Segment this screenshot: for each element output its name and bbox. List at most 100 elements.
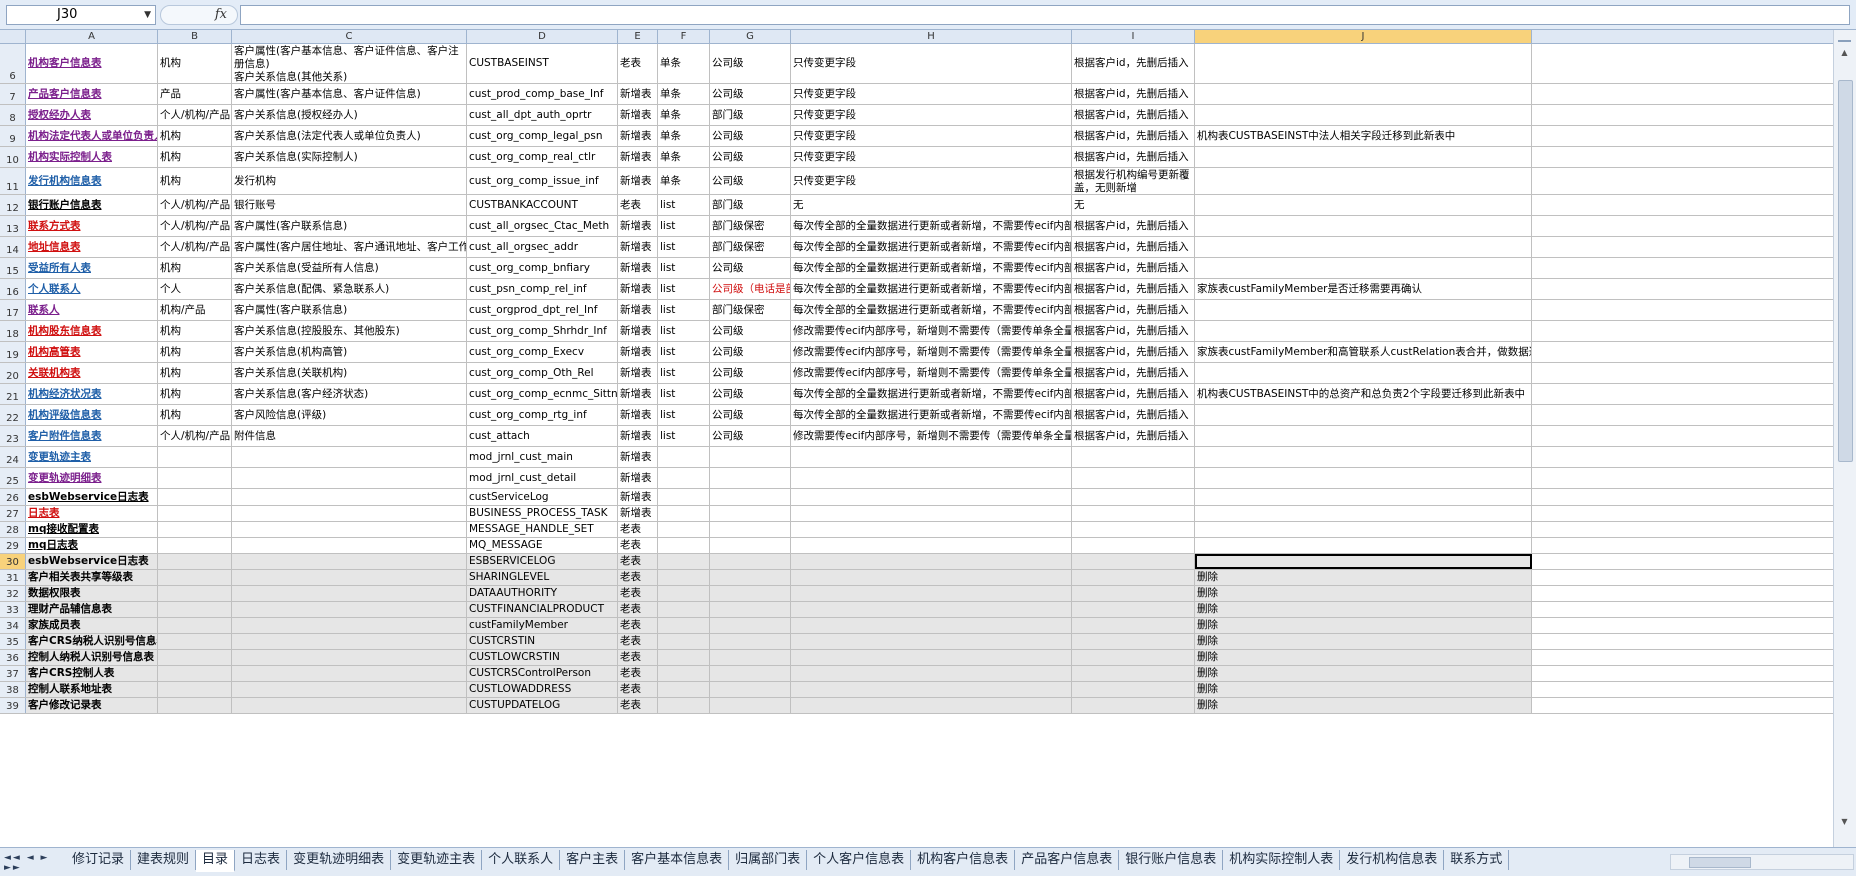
cell-i-35[interactable]	[1072, 634, 1195, 649]
cell-b-24[interactable]	[158, 447, 232, 467]
cell-e-36[interactable]: 老表	[618, 650, 658, 665]
cell-d-25[interactable]: mod_jrnl_cust_detail	[467, 468, 618, 488]
cell-i-8[interactable]: 根据客户id，先删后插入	[1072, 105, 1195, 125]
cell-h-32[interactable]	[791, 586, 1072, 601]
cell-c-6[interactable]: 客户属性(客户基本信息、客户证件信息、客户注册信息) 客户关系信息(其他关系) …	[232, 44, 467, 83]
cell-c-10[interactable]: 客户关系信息(实际控制人)	[232, 147, 467, 167]
cell-h-25[interactable]	[791, 468, 1072, 488]
cell-b-9[interactable]: 机构	[158, 126, 232, 146]
cell-g-31[interactable]	[710, 570, 791, 585]
cell-g-17[interactable]: 部门级保密	[710, 300, 791, 320]
cell-h-8[interactable]: 只传变更字段	[791, 105, 1072, 125]
cell-g-36[interactable]	[710, 650, 791, 665]
cell-j-9[interactable]: 机构表CUSTBASEINST中法人相关字段迁移到此新表中	[1195, 126, 1532, 146]
cell-b-33[interactable]	[158, 602, 232, 617]
cell-g-21[interactable]: 公司级	[710, 384, 791, 404]
sheet-tab[interactable]: 归属部门表	[729, 850, 808, 870]
cell-d-17[interactable]: cust_orgprod_dpt_rel_Inf	[467, 300, 618, 320]
table-link[interactable]: 机构评级信息表	[28, 409, 102, 422]
cell-b-26[interactable]	[158, 489, 232, 505]
cell-c-28[interactable]	[232, 522, 467, 537]
row-header[interactable]: 15	[0, 258, 26, 278]
cell-h-18[interactable]: 修改需要传ecif内部序号，新增则不需要传（需要传单条全量）	[791, 321, 1072, 341]
cell-h-10[interactable]: 只传变更字段	[791, 147, 1072, 167]
row-header[interactable]: 20	[0, 363, 26, 383]
cell-f-13[interactable]: list	[658, 216, 710, 236]
cell-j-13[interactable]	[1195, 216, 1532, 236]
cell-i-11[interactable]: 根据发行机构编号更新覆盖，无则新增	[1072, 168, 1195, 194]
column-header-c[interactable]: C	[232, 30, 467, 43]
cell-j-36[interactable]: 删除	[1195, 650, 1532, 665]
cell-c-32[interactable]	[232, 586, 467, 601]
cell-i-36[interactable]	[1072, 650, 1195, 665]
cell-e-15[interactable]: 新增表	[618, 258, 658, 278]
cell-j-35[interactable]: 删除	[1195, 634, 1532, 649]
cell-i-21[interactable]: 根据客户id，先删后插入	[1072, 384, 1195, 404]
cell-h-29[interactable]	[791, 538, 1072, 553]
cell-f-24[interactable]	[658, 447, 710, 467]
cell-f-17[interactable]: list	[658, 300, 710, 320]
cell-c-36[interactable]	[232, 650, 467, 665]
cell-i-9[interactable]: 根据客户id，先删后插入	[1072, 126, 1195, 146]
cell-f-18[interactable]: list	[658, 321, 710, 341]
cell-j-37[interactable]: 删除	[1195, 666, 1532, 681]
cell-g-7[interactable]: 公司级	[710, 84, 791, 104]
cell-a-23[interactable]: 客户附件信息表	[26, 426, 158, 446]
cell-g-18[interactable]: 公司级	[710, 321, 791, 341]
sheet-tab[interactable]: 客户基本信息表	[625, 850, 730, 870]
row-header[interactable]: 37	[0, 666, 26, 681]
cell-a-39[interactable]: 客户修改记录表	[26, 698, 158, 713]
cell-e-34[interactable]: 老表	[618, 618, 658, 633]
cell-i-7[interactable]: 根据客户id，先删后插入	[1072, 84, 1195, 104]
cell-h-22[interactable]: 每次传全部的全量数据进行更新或者新增，不需要传ecif内部序号	[791, 405, 1072, 425]
row-header[interactable]: 10	[0, 147, 26, 167]
cell-b-30[interactable]	[158, 554, 232, 569]
cell-i-22[interactable]: 根据客户id，先删后插入	[1072, 405, 1195, 425]
cell-f-6[interactable]: 单条	[658, 44, 710, 83]
row-header[interactable]: 24	[0, 447, 26, 467]
cell-b-21[interactable]: 机构	[158, 384, 232, 404]
cell-f-22[interactable]: list	[658, 405, 710, 425]
table-link[interactable]: 日志表	[28, 507, 60, 520]
row-header[interactable]: 27	[0, 506, 26, 521]
cell-i-37[interactable]	[1072, 666, 1195, 681]
cell-e-8[interactable]: 新增表	[618, 105, 658, 125]
sheet-tab[interactable]: 发行机构信息表	[1340, 850, 1445, 870]
table-link[interactable]: 机构法定代表人或单位负责人表	[28, 130, 157, 143]
row-header[interactable]: 16	[0, 279, 26, 299]
cell-d-30[interactable]: ESBSERVICELOG	[467, 554, 618, 569]
cell-d-19[interactable]: cust_org_comp_Execv	[467, 342, 618, 362]
sheet-tab[interactable]: 机构客户信息表	[911, 850, 1016, 870]
cell-f-16[interactable]: list	[658, 279, 710, 299]
cell-a-38[interactable]: 控制人联系地址表	[26, 682, 158, 697]
cell-h-33[interactable]	[791, 602, 1072, 617]
cell-b-12[interactable]: 个人/机构/产品	[158, 195, 232, 215]
cell-e-21[interactable]: 新增表	[618, 384, 658, 404]
table-link[interactable]: 银行账户信息表	[28, 199, 102, 212]
cell-e-38[interactable]: 老表	[618, 682, 658, 697]
cell-i-19[interactable]: 根据客户id，先删后插入	[1072, 342, 1195, 362]
cell-j-39[interactable]: 删除	[1195, 698, 1532, 713]
row-header[interactable]: 32	[0, 586, 26, 601]
cell-i-13[interactable]: 根据客户id，先删后插入	[1072, 216, 1195, 236]
row-header[interactable]: 6	[0, 44, 26, 83]
cell-c-31[interactable]	[232, 570, 467, 585]
column-header-g[interactable]: G	[710, 30, 791, 43]
cell-g-24[interactable]	[710, 447, 791, 467]
cell-j-15[interactable]	[1195, 258, 1532, 278]
sheet-tab[interactable]: 建表规则	[131, 850, 197, 870]
cell-d-15[interactable]: cust_org_comp_bnfiary	[467, 258, 618, 278]
cell-h-30[interactable]	[791, 554, 1072, 569]
cell-g-37[interactable]	[710, 666, 791, 681]
cell-b-29[interactable]	[158, 538, 232, 553]
name-box[interactable]: J30 ▼	[6, 5, 156, 25]
cell-d-10[interactable]: cust_org_comp_real_ctlr	[467, 147, 618, 167]
cell-g-10[interactable]: 公司级	[710, 147, 791, 167]
cell-c-24[interactable]	[232, 447, 467, 467]
cell-a-37[interactable]: 客户CRS控制人表	[26, 666, 158, 681]
row-header[interactable]: 34	[0, 618, 26, 633]
cell-d-29[interactable]: MQ_MESSAGE	[467, 538, 618, 553]
cell-c-18[interactable]: 客户关系信息(控股股东、其他股东)	[232, 321, 467, 341]
cell-f-25[interactable]	[658, 468, 710, 488]
sheet-tab[interactable]: 目录	[196, 850, 236, 872]
